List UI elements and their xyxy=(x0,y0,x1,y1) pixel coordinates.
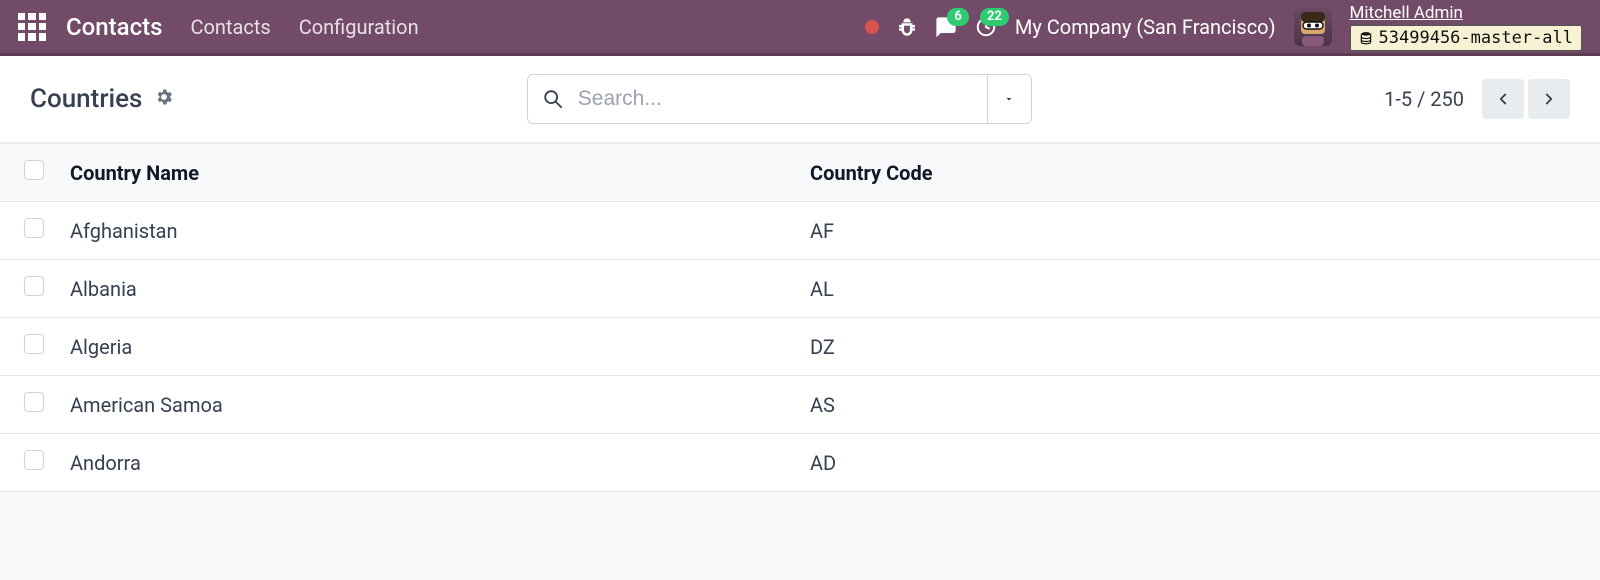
pager-next-button[interactable] xyxy=(1528,79,1570,119)
status-dot-icon xyxy=(865,20,879,34)
database-name: 53499456-master-all xyxy=(1379,28,1573,48)
cell-country-name: Andorra xyxy=(60,434,800,492)
table-row[interactable]: American Samoa AS xyxy=(0,376,1600,434)
cell-country-name: American Samoa xyxy=(60,376,800,434)
search-box xyxy=(527,74,1032,124)
countries-table: Country Name Country Code Afghanistan AF… xyxy=(0,143,1600,492)
messages-icon[interactable]: 6 xyxy=(935,16,957,38)
cell-country-code: AL xyxy=(800,260,1600,318)
cell-country-name: Albania xyxy=(60,260,800,318)
page-title: Countries xyxy=(30,84,142,114)
apps-launcher[interactable] xyxy=(18,13,46,41)
table-row[interactable]: Andorra AD xyxy=(0,434,1600,492)
select-all-checkbox[interactable] xyxy=(24,160,44,180)
chevron-left-icon xyxy=(1494,90,1512,108)
row-checkbox[interactable] xyxy=(24,276,44,296)
activities-icon[interactable]: 22 xyxy=(975,16,997,38)
user-block: Mitchell Admin 53499456-master-all xyxy=(1350,3,1582,51)
cell-country-code: AS xyxy=(800,376,1600,434)
control-panel: Countries 1-5 / 250 xyxy=(0,56,1600,143)
nav-right: 6 22 My Company (San Francisco) Mitchell… xyxy=(865,3,1582,51)
table-row[interactable]: Algeria DZ xyxy=(0,318,1600,376)
user-name[interactable]: Mitchell Admin xyxy=(1350,3,1582,23)
database-icon xyxy=(1359,31,1373,45)
nav-link-configuration[interactable]: Configuration xyxy=(299,15,419,39)
row-checkbox[interactable] xyxy=(24,218,44,238)
table-header-row: Country Name Country Code xyxy=(0,144,1600,202)
messages-badge: 6 xyxy=(947,8,968,26)
cell-country-name: Algeria xyxy=(60,318,800,376)
table-row[interactable]: Albania AL xyxy=(0,260,1600,318)
search-options-dropdown[interactable] xyxy=(987,75,1031,123)
company-switcher[interactable]: My Company (San Francisco) xyxy=(1015,15,1276,39)
search-icon xyxy=(542,88,564,110)
activities-badge: 22 xyxy=(980,8,1009,26)
column-header-name[interactable]: Country Name xyxy=(60,144,800,202)
table-row[interactable]: Afghanistan AF xyxy=(0,202,1600,260)
gear-icon[interactable] xyxy=(154,87,174,111)
cell-country-code: AF xyxy=(800,202,1600,260)
chevron-right-icon xyxy=(1540,90,1558,108)
row-checkbox[interactable] xyxy=(24,450,44,470)
debug-icon[interactable] xyxy=(897,17,917,37)
app-brand[interactable]: Contacts xyxy=(66,13,162,41)
pager-prev-button[interactable] xyxy=(1482,79,1524,119)
avatar[interactable] xyxy=(1294,8,1332,46)
caret-down-icon xyxy=(1003,93,1015,105)
pager: 1-5 / 250 xyxy=(1384,79,1570,119)
navbar: Contacts Contacts Configuration 6 22 My … xyxy=(0,0,1600,56)
search-input[interactable] xyxy=(564,87,987,111)
cell-country-code: AD xyxy=(800,434,1600,492)
cell-country-code: DZ xyxy=(800,318,1600,376)
row-checkbox[interactable] xyxy=(24,392,44,412)
pager-range[interactable]: 1-5 / 250 xyxy=(1384,87,1464,111)
breadcrumb: Countries xyxy=(30,84,174,114)
cell-country-name: Afghanistan xyxy=(60,202,800,260)
nav-link-contacts[interactable]: Contacts xyxy=(190,15,270,39)
database-badge[interactable]: 53499456-master-all xyxy=(1350,25,1582,51)
nav-links: Contacts Configuration xyxy=(190,15,418,39)
column-header-code[interactable]: Country Code xyxy=(800,144,1600,202)
row-checkbox[interactable] xyxy=(24,334,44,354)
